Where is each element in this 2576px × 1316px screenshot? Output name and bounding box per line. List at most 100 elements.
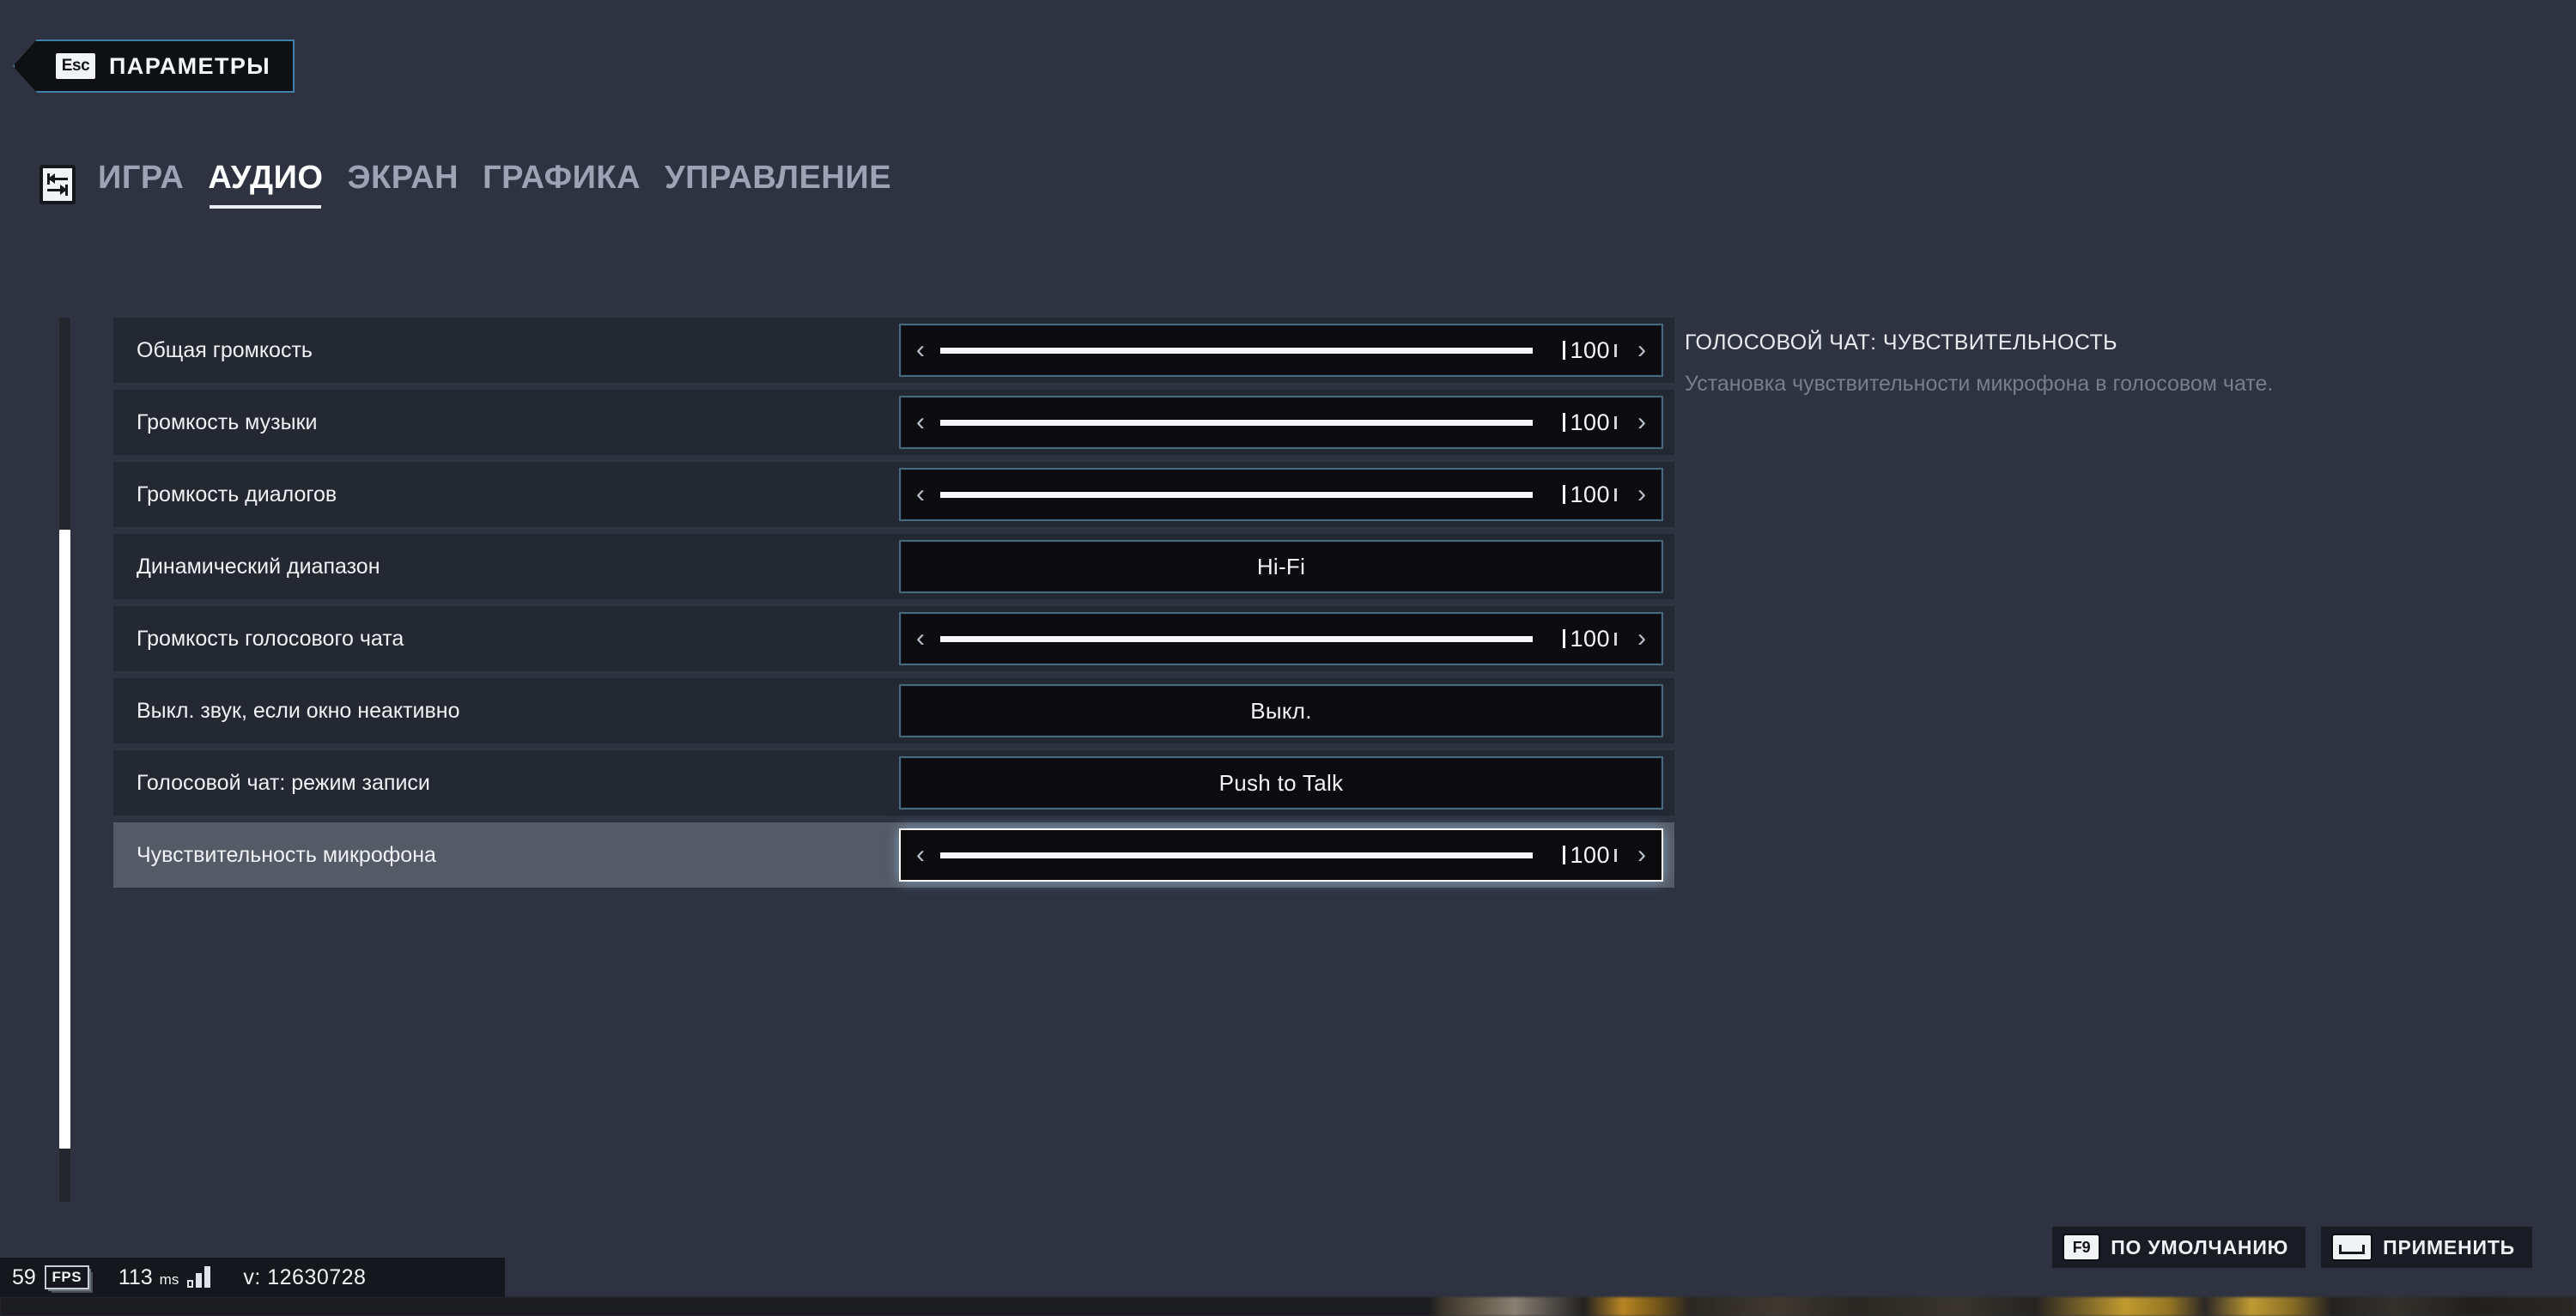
chevron-right-icon[interactable]: › (1622, 626, 1662, 652)
slider-control[interactable]: ‹ 100 › (899, 396, 1663, 449)
page-title: ПАРАМЕТРЫ (109, 52, 271, 79)
tab-graphics[interactable]: ГРАФИКА (483, 160, 641, 209)
signal-bars-icon (187, 1266, 211, 1288)
apply-button[interactable]: ПРИМЕНИТЬ (2320, 1226, 2533, 1269)
slider-fill (940, 852, 1533, 858)
f9-key-icon: F9 (2064, 1235, 2099, 1259)
spacebar-key-icon (2333, 1235, 2372, 1259)
slider-control[interactable]: ‹ 100 › (899, 612, 1663, 665)
combo-control[interactable]: Hi-Fi (899, 540, 1663, 593)
setting-row-mic-sensitivity[interactable]: Чувствительность микрофона ‹ 100 › (113, 822, 1674, 888)
tab-game[interactable]: ИГРА (98, 160, 184, 209)
setting-label: Выкл. звук, если окно неактивно (137, 698, 460, 723)
restore-defaults-label: ПО УМОЛЧАНИЮ (2111, 1235, 2289, 1258)
slider-control[interactable]: ‹ 100 › (899, 468, 1663, 521)
chevron-left-icon[interactable]: ‹ (901, 409, 940, 435)
chevron-right-icon[interactable]: › (1622, 337, 1662, 363)
setting-label: Голосовой чат: режим записи (137, 770, 430, 795)
restore-defaults-button[interactable]: F9 ПО УМОЛЧАНИЮ (2051, 1226, 2307, 1269)
slider-zone[interactable]: 100 (940, 397, 1622, 447)
chevron-right-icon[interactable]: › (1622, 482, 1662, 507)
slider-value-group: 100 (1563, 842, 1617, 869)
description-title: ГОЛОСОВОЙ ЧАТ: ЧУВСТВИТЕЛЬНОСТЬ (1685, 331, 2117, 355)
slider-tick-left (1563, 629, 1566, 648)
slider-value-group: 100 (1563, 482, 1617, 508)
combo-value: Push to Talk (1218, 769, 1344, 796)
tab-switch-key-icon (39, 164, 76, 204)
slider-value-group: 100 (1563, 626, 1617, 652)
setting-row-dynamic-range[interactable]: Динамический диапазон Hi-Fi (113, 534, 1674, 599)
esc-key-icon: Esc (56, 53, 95, 79)
settings-list-area: Общая громкость ‹ 100 › Громкость музыки… (52, 318, 1674, 1202)
description-panel: ГОЛОСОВОЙ ЧАТ: ЧУВСТВИТЕЛЬНОСТЬ Установк… (1685, 331, 2509, 399)
slider-zone[interactable]: 100 (940, 830, 1622, 880)
slider-tick-left (1563, 341, 1566, 360)
slider-fill (940, 491, 1533, 498)
slider-tick-right (1614, 343, 1617, 357)
setting-row-mute-when-inactive[interactable]: Выкл. звук, если окно неактивно Выкл. (113, 678, 1674, 743)
slider-tick-left (1563, 485, 1566, 504)
chevron-left-icon[interactable]: ‹ (901, 482, 940, 507)
latency-unit: ms (159, 1271, 179, 1288)
slider-tick-right (1614, 488, 1617, 501)
slider-value: 100 (1570, 337, 1610, 363)
slider-fill (940, 635, 1533, 642)
chevron-right-icon[interactable]: › (1622, 409, 1662, 435)
tab-controls[interactable]: УПРАВЛЕНИЕ (665, 160, 891, 209)
combo-value: Выкл. (1250, 697, 1312, 724)
setting-label: Динамический диапазон (137, 554, 380, 579)
setting-row-music-volume[interactable]: Громкость музыки ‹ 100 › (113, 390, 1674, 455)
slider-zone[interactable]: 100 (940, 325, 1622, 375)
combo-control[interactable]: Выкл. (899, 684, 1663, 737)
description-body: Установка чувствительности микрофона в г… (1685, 372, 2274, 396)
settings-screen: Esc ПАРАМЕТРЫ ИГРА АУДИО ЭКРАН ГРАФИКА У… (0, 0, 2576, 1316)
chevron-left-icon[interactable]: ‹ (901, 337, 940, 363)
chevron-left-icon[interactable]: ‹ (901, 842, 940, 868)
setting-row-voice-chat-volume[interactable]: Громкость голосового чата ‹ 100 › (113, 606, 1674, 671)
apply-label: ПРИМЕНИТЬ (2383, 1235, 2515, 1258)
setting-row-dialog-volume[interactable]: Громкость диалогов ‹ 100 › (113, 462, 1674, 527)
slider-value-group: 100 (1563, 337, 1617, 364)
chevron-right-icon[interactable]: › (1622, 842, 1662, 868)
slider-tick-right (1614, 848, 1617, 862)
scrollbar-thumb[interactable] (59, 530, 70, 1149)
latency-value: 113 (118, 1264, 153, 1289)
latency-group: 113 ms (118, 1265, 179, 1290)
setting-label: Громкость диалогов (137, 482, 337, 506)
slider-tick-left (1563, 846, 1566, 864)
slider-fill (940, 419, 1533, 426)
slider-tick-right (1614, 632, 1617, 646)
slider-value: 100 (1570, 841, 1610, 868)
version-label: v: 12630728 (243, 1264, 367, 1289)
back-to-game-banner[interactable]: Esc ПАРАМЕТРЫ (13, 39, 295, 93)
game-background-strip (0, 1297, 2576, 1316)
slider-fill (940, 347, 1533, 354)
combo-value: Hi-Fi (1256, 553, 1306, 579)
tab-screen[interactable]: ЭКРАН (347, 160, 459, 209)
slider-zone[interactable]: 100 (940, 470, 1622, 519)
setting-label: Громкость музыки (137, 409, 318, 434)
fps-badge-icon: FPS (44, 1265, 89, 1289)
setting-label: Общая громкость (137, 337, 313, 362)
tab-audio[interactable]: АУДИО (208, 160, 323, 209)
setting-label: Чувствительность микрофона (137, 842, 436, 867)
setting-row-master-volume[interactable]: Общая громкость ‹ 100 › (113, 318, 1674, 383)
slider-zone[interactable]: 100 (940, 614, 1622, 664)
action-bar: F9 ПО УМОЛЧАНИЮ ПРИМЕНИТЬ (2051, 1226, 2533, 1269)
slider-tick-right (1614, 415, 1617, 429)
slider-value: 100 (1570, 625, 1610, 652)
performance-overlay: 59 FPS 113 ms v: 12630728 (0, 1258, 505, 1297)
tabs-list: ИГРА АУДИО ЭКРАН ГРАФИКА УПРАВЛЕНИЕ (98, 160, 891, 209)
slider-control[interactable]: ‹ 100 › (899, 828, 1663, 882)
chevron-left-icon[interactable]: ‹ (901, 626, 940, 652)
slider-value-group: 100 (1563, 409, 1617, 436)
scrollbar-track[interactable] (59, 318, 70, 1202)
tab-bar: ИГРА АУДИО ЭКРАН ГРАФИКА УПРАВЛЕНИЕ (39, 160, 891, 209)
slider-value: 100 (1570, 409, 1610, 435)
combo-control[interactable]: Push to Talk (899, 756, 1663, 810)
fps-group: 59 (12, 1265, 36, 1290)
slider-control[interactable]: ‹ 100 › (899, 324, 1663, 377)
setting-row-voice-chat-record-mode[interactable]: Голосовой чат: режим записи Push to Talk (113, 750, 1674, 816)
settings-rows: Общая громкость ‹ 100 › Громкость музыки… (113, 318, 1674, 895)
fps-value: 59 (12, 1264, 36, 1289)
